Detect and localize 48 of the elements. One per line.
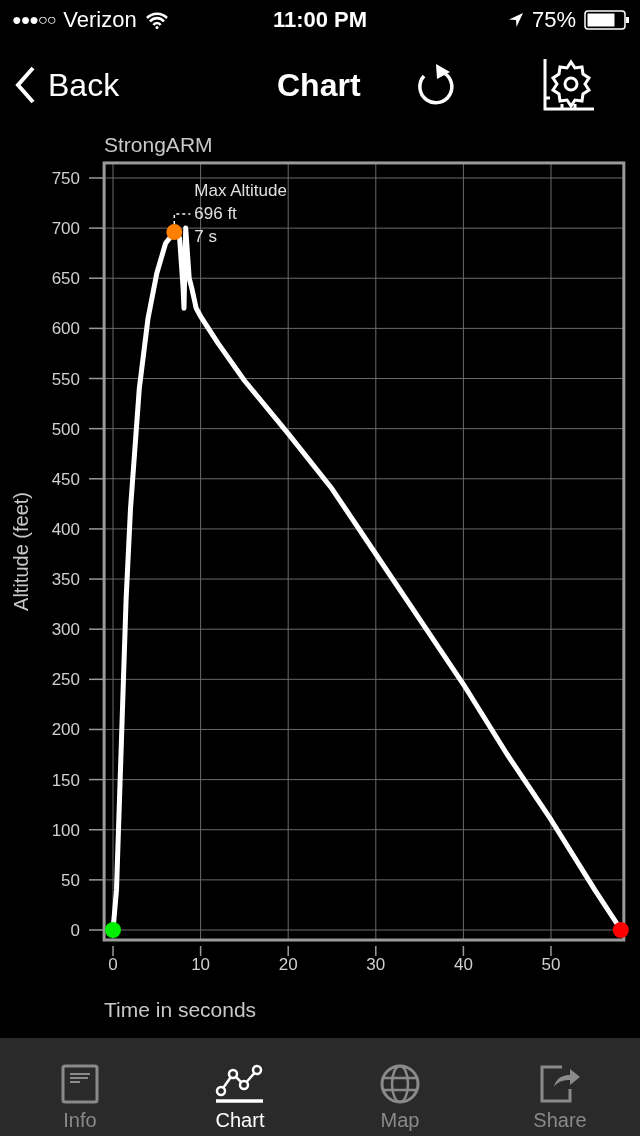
y-tick-label: 650	[51, 269, 80, 289]
y-tick-label: 100	[51, 820, 80, 840]
share-icon	[538, 1063, 582, 1105]
y-tick-label: 450	[51, 469, 80, 489]
x-tick-label: 0	[108, 955, 118, 975]
x-tick-label: 30	[366, 955, 386, 975]
x-axis-title: Time in seconds	[104, 998, 257, 1021]
document-icon	[60, 1063, 100, 1105]
tab[interactable]: Info	[0, 1038, 160, 1136]
y-tick-label: 350	[51, 570, 80, 590]
leader-line	[173, 213, 192, 225]
y-tick-label: 550	[51, 369, 80, 389]
annotation-text: 696 ft	[194, 204, 237, 224]
wifi-icon	[144, 11, 169, 29]
line-chart-icon	[215, 1063, 265, 1105]
y-tick-label: 700	[51, 219, 80, 239]
tab[interactable]: Map	[320, 1038, 480, 1136]
screen-title: Chart	[277, 66, 361, 104]
y-tick-label: 400	[51, 519, 80, 539]
y-tick-label: 250	[51, 670, 80, 690]
y-tick-label: 0	[70, 921, 80, 940]
y-tick-label: 150	[51, 770, 80, 790]
y-tick-label: 200	[51, 720, 80, 740]
x-tick-label: 40	[453, 955, 473, 975]
clock-time: 11:00 PM	[272, 7, 368, 33]
globe-icon	[379, 1063, 421, 1105]
annotation-text: Max Altitude	[194, 181, 287, 201]
y-tick-label: 750	[51, 169, 80, 188]
tab[interactable]: Share	[480, 1038, 640, 1136]
x-tick-label: 50	[541, 955, 561, 975]
y-tick-label: 500	[51, 419, 80, 439]
signal-strength: ●●●○○	[12, 11, 56, 29]
back-button[interactable]: Back	[14, 65, 120, 105]
location-arrow-icon	[507, 12, 524, 28]
tab[interactable]: Chart	[160, 1038, 320, 1136]
carrier-name: Verizon	[63, 7, 137, 33]
annotation-text: 7 s	[194, 227, 217, 247]
battery-icon	[584, 10, 630, 30]
chart-title: StrongARM	[104, 133, 213, 156]
x-tick-label: 10	[191, 955, 211, 975]
y-tick-label: 300	[51, 620, 80, 640]
chevron-left-icon	[14, 65, 36, 105]
y-axis-title: Altitude (feet)	[10, 492, 32, 611]
y-tick-label: 600	[51, 319, 80, 339]
battery-percent: 75%	[531, 7, 576, 33]
x-tick-label: 20	[278, 955, 298, 975]
y-tick-label: 50	[61, 870, 80, 890]
chart-settings-icon[interactable]	[542, 58, 596, 112]
